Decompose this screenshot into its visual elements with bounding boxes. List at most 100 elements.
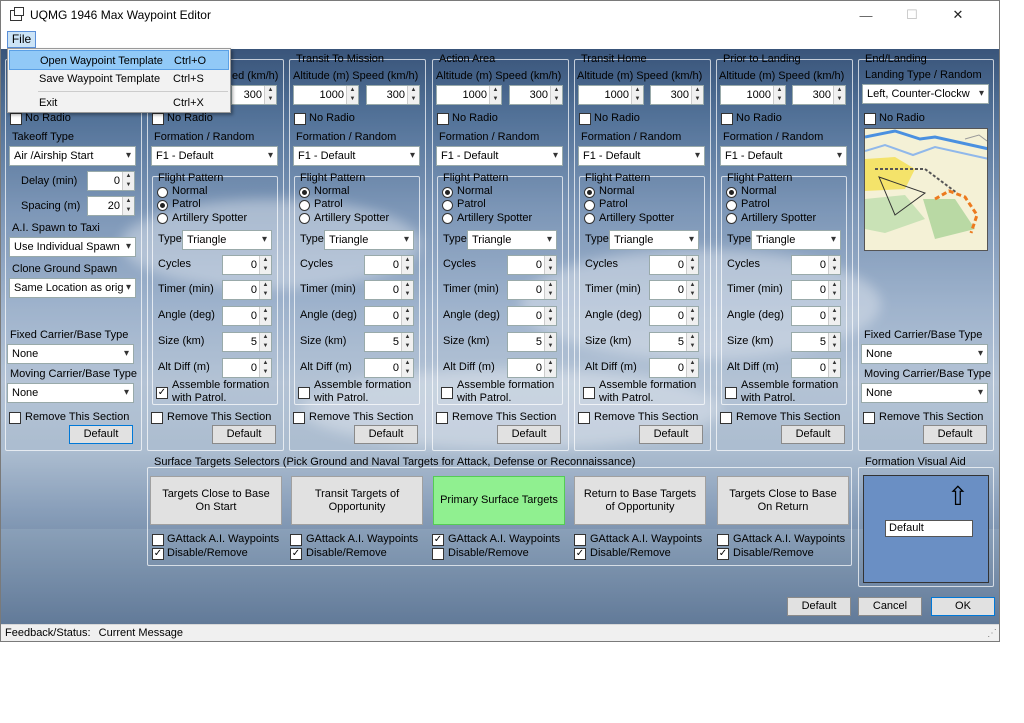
targets-close-to-base-return-button[interactable]: Targets Close to Base On Return	[717, 476, 849, 525]
timer-spinner[interactable]: 0 ▲ ▼	[649, 280, 699, 300]
return-to-base-targets-button[interactable]: Return to Base Targets of Opportunity	[574, 476, 706, 525]
pattern-normal-radio[interactable]	[299, 187, 310, 198]
size-spinner[interactable]: 5 ▲ ▼	[222, 332, 272, 352]
spinner-arrows-icon[interactable]: ▲ ▼	[550, 86, 562, 104]
maximize-button[interactable]: ☐	[889, 1, 935, 29]
spinner-arrows-icon[interactable]: ▲ ▼	[122, 172, 134, 190]
pattern-artillery-radio[interactable]	[442, 213, 453, 224]
remove-section-checkbox[interactable]	[720, 412, 732, 424]
speed-spinner[interactable]: 300 ▲ ▼	[509, 85, 563, 105]
altdiff-spinner[interactable]: 0 ▲ ▼	[222, 358, 272, 378]
menu-item-save-template[interactable]: Save Waypoint Template Ctrl+S	[9, 69, 229, 89]
timer-spinner[interactable]: 0 ▲ ▼	[222, 280, 272, 300]
cycles-spinner[interactable]: 0 ▲ ▼	[791, 255, 841, 275]
assemble-checkbox[interactable]	[298, 387, 310, 399]
pattern-normal-radio[interactable]	[726, 187, 737, 198]
spinner-arrows-icon[interactable]: ▲ ▼	[401, 256, 413, 274]
size-spinner[interactable]: 5 ▲ ▼	[364, 332, 414, 352]
spinner-arrows-icon[interactable]: ▲ ▼	[259, 256, 271, 274]
pattern-patrol-radio[interactable]	[726, 200, 737, 211]
spinner-arrows-icon[interactable]: ▲ ▼	[489, 86, 501, 104]
spawn-select[interactable]: Use Individual Spawn	[9, 237, 136, 257]
speed-spinner[interactable]: 300 ▲ ▼	[792, 85, 846, 105]
remove-section-checkbox[interactable]	[436, 412, 448, 424]
spinner-arrows-icon[interactable]: ▲ ▼	[346, 86, 358, 104]
spacing-spinner[interactable]: 20 ▲ ▼	[87, 196, 135, 216]
spinner-arrows-icon[interactable]: ▲ ▼	[401, 333, 413, 351]
pattern-artillery-radio[interactable]	[584, 213, 595, 224]
assemble-checkbox[interactable]	[583, 387, 595, 399]
angle-spinner[interactable]: 0 ▲ ▼	[222, 306, 272, 326]
spinner-arrows-icon[interactable]: ▲ ▼	[401, 359, 413, 377]
cancel-button[interactable]: Cancel	[858, 597, 922, 616]
transit-targets-button[interactable]: Transit Targets of Opportunity	[291, 476, 423, 525]
formation-select[interactable]: F1 - Default	[720, 146, 847, 166]
speed-spinner[interactable]: 300 ▲ ▼	[366, 85, 420, 105]
primary-surface-targets-button[interactable]: Primary Surface Targets	[433, 476, 565, 525]
spinner-arrows-icon[interactable]: ▲ ▼	[407, 86, 419, 104]
size-spinner[interactable]: 5 ▲ ▼	[791, 332, 841, 352]
spinner-arrows-icon[interactable]: ▲ ▼	[828, 359, 840, 377]
cycles-spinner[interactable]: 0 ▲ ▼	[507, 255, 557, 275]
takeoff-default-button[interactable]: Default	[69, 425, 133, 444]
spinner-arrows-icon[interactable]: ▲ ▼	[544, 333, 556, 351]
disable-remove-checkbox[interactable]	[432, 548, 444, 560]
altitude-spinner[interactable]: 1000 ▲ ▼	[293, 85, 359, 105]
spinner-arrows-icon[interactable]: ▲ ▼	[828, 333, 840, 351]
pattern-patrol-radio[interactable]	[442, 200, 453, 211]
spinner-arrows-icon[interactable]: ▲ ▼	[691, 86, 703, 104]
pattern-type-select[interactable]: Triangle	[324, 230, 414, 250]
no-radio-checkbox[interactable]	[721, 113, 733, 125]
pattern-artillery-radio[interactable]	[726, 213, 737, 224]
timer-spinner[interactable]: 0 ▲ ▼	[364, 280, 414, 300]
moving-carrier-select[interactable]: None	[7, 383, 134, 403]
spinner-arrows-icon[interactable]: ▲ ▼	[631, 86, 643, 104]
pattern-type-select[interactable]: Triangle	[609, 230, 699, 250]
cycles-spinner[interactable]: 0 ▲ ▼	[222, 255, 272, 275]
pattern-normal-radio[interactable]	[442, 187, 453, 198]
spinner-arrows-icon[interactable]: ▲ ▼	[828, 281, 840, 299]
remove-section-checkbox[interactable]	[151, 412, 163, 424]
delay-spinner[interactable]: 0 ▲ ▼	[87, 171, 135, 191]
resize-grip-icon[interactable]: ⋰	[987, 625, 997, 641]
spinner-arrows-icon[interactable]: ▲ ▼	[259, 333, 271, 351]
pattern-type-select[interactable]: Triangle	[182, 230, 272, 250]
close-button[interactable]: ✕	[935, 1, 981, 29]
menu-item-open-template[interactable]: Open Waypoint Template Ctrl+O	[9, 50, 229, 70]
no-radio-checkbox[interactable]	[294, 113, 306, 125]
pattern-type-select[interactable]: Triangle	[467, 230, 557, 250]
spinner-arrows-icon[interactable]: ▲ ▼	[259, 359, 271, 377]
timer-spinner[interactable]: 0 ▲ ▼	[507, 280, 557, 300]
spinner-arrows-icon[interactable]: ▲ ▼	[259, 307, 271, 325]
angle-spinner[interactable]: 0 ▲ ▼	[507, 306, 557, 326]
spinner-arrows-icon[interactable]: ▲ ▼	[686, 333, 698, 351]
assemble-checkbox[interactable]: ✓	[156, 387, 168, 399]
altitude-spinner[interactable]: 1000 ▲ ▼	[578, 85, 644, 105]
landing-no-radio-checkbox[interactable]	[864, 113, 876, 125]
spinner-arrows-icon[interactable]: ▲ ▼	[828, 307, 840, 325]
pattern-patrol-radio[interactable]	[299, 200, 310, 211]
assemble-checkbox[interactable]	[725, 387, 737, 399]
menu-file[interactable]: File	[7, 31, 36, 48]
spinner-arrows-icon[interactable]: ▲ ▼	[686, 307, 698, 325]
disable-remove-checkbox[interactable]: ✓	[290, 548, 302, 560]
gattack-checkbox[interactable]	[290, 534, 302, 546]
disable-remove-checkbox[interactable]: ✓	[152, 548, 164, 560]
angle-spinner[interactable]: 0 ▲ ▼	[649, 306, 699, 326]
pattern-patrol-radio[interactable]	[584, 200, 595, 211]
section-default-button[interactable]: Default	[497, 425, 561, 444]
gattack-checkbox[interactable]	[717, 534, 729, 546]
spinner-arrows-icon[interactable]: ▲ ▼	[401, 281, 413, 299]
pattern-type-select[interactable]: Triangle	[751, 230, 841, 250]
formation-select[interactable]: F1 - Default	[436, 146, 563, 166]
altdiff-spinner[interactable]: 0 ▲ ▼	[791, 358, 841, 378]
spinner-arrows-icon[interactable]: ▲ ▼	[686, 281, 698, 299]
gattack-checkbox[interactable]: ✓	[432, 534, 444, 546]
pattern-artillery-radio[interactable]	[157, 213, 168, 224]
gattack-checkbox[interactable]	[574, 534, 586, 546]
fixed-carrier-select[interactable]: None	[7, 344, 134, 364]
spinner-arrows-icon[interactable]: ▲ ▼	[833, 86, 845, 104]
formation-select[interactable]: F1 - Default	[151, 146, 278, 166]
clone-select[interactable]: Same Location as orig	[9, 278, 136, 298]
section-default-button[interactable]: Default	[639, 425, 703, 444]
